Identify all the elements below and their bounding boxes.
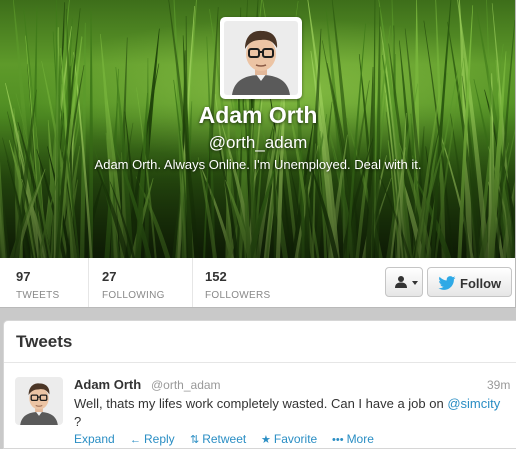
more-label: More: [346, 432, 374, 446]
favorite-button[interactable]: ★ Favorite: [261, 432, 317, 446]
tweet-author-handle[interactable]: @orth_adam: [151, 378, 221, 392]
tweets-section: Tweets Adam Orth @orth_adam 39m Well, th…: [3, 320, 516, 449]
tweet-avatar[interactable]: [15, 377, 63, 425]
stat-followers-count: 152: [205, 269, 227, 284]
reply-button[interactable]: ← Reply: [130, 432, 175, 446]
profile-fullname: Adam Orth: [198, 102, 318, 128]
retweet-icon: ⇅: [190, 434, 200, 446]
tweet-text-part: ?: [74, 414, 82, 429]
tweet-mention-link[interactable]: @simcity: [447, 396, 500, 411]
tweet-timestamp[interactable]: 39m: [487, 378, 510, 392]
stat-followers-label: FOLLOWERS: [205, 290, 271, 301]
profile-avatar[interactable]: [220, 17, 302, 99]
stat-tweets[interactable]: 97 TWEETS: [16, 258, 60, 307]
profile-banner: Adam Orth @orth_adam Adam Orth. Always O…: [0, 0, 515, 258]
tweets-header: Tweets: [4, 321, 516, 363]
person-icon: [395, 276, 407, 288]
expand-label: Expand: [74, 432, 115, 446]
chevron-down-icon: [412, 281, 418, 285]
avatar-illustration-icon: [224, 21, 298, 95]
user-actions-dropdown-button[interactable]: [385, 267, 423, 297]
avatar-illustration-icon: [15, 377, 63, 425]
tweet-author-name[interactable]: Adam Orth: [74, 377, 141, 392]
more-dots-icon: •••: [332, 434, 344, 446]
profile-bio: Adam Orth. Always Online. I'm Unemployed…: [94, 157, 422, 172]
retweet-button[interactable]: ⇅ Retweet: [190, 432, 246, 446]
profile-card: Adam Orth @orth_adam Adam Orth. Always O…: [0, 0, 516, 308]
follow-button[interactable]: Follow: [427, 267, 512, 297]
retweet-label: Retweet: [202, 432, 247, 446]
reply-label: Reply: [144, 432, 175, 446]
stat-following[interactable]: 27 FOLLOWING: [102, 258, 165, 307]
expand-link[interactable]: Expand: [74, 432, 115, 446]
tweet-text: Well, thats my lifes work completely was…: [74, 395, 504, 431]
stat-following-count: 27: [102, 269, 117, 284]
stat-divider: [192, 258, 193, 307]
star-icon: ★: [261, 434, 271, 446]
stat-following-label: FOLLOWING: [102, 290, 165, 301]
stat-divider: [88, 258, 89, 307]
stat-tweets-count: 97: [16, 269, 31, 284]
stat-tweets-label: TWEETS: [16, 290, 60, 301]
reply-icon: ←: [130, 434, 141, 446]
favorite-label: Favorite: [273, 432, 318, 446]
more-button[interactable]: ••• More: [332, 432, 374, 446]
profile-screenname: @orth_adam: [208, 133, 308, 152]
tweet-text-part: Well, thats my lifes work completely was…: [74, 396, 448, 411]
follow-button-label: Follow: [460, 276, 502, 291]
stat-followers[interactable]: 152 FOLLOWERS: [205, 258, 271, 307]
twitter-bird-icon: [438, 276, 456, 290]
tweets-title: Tweets: [16, 332, 73, 351]
